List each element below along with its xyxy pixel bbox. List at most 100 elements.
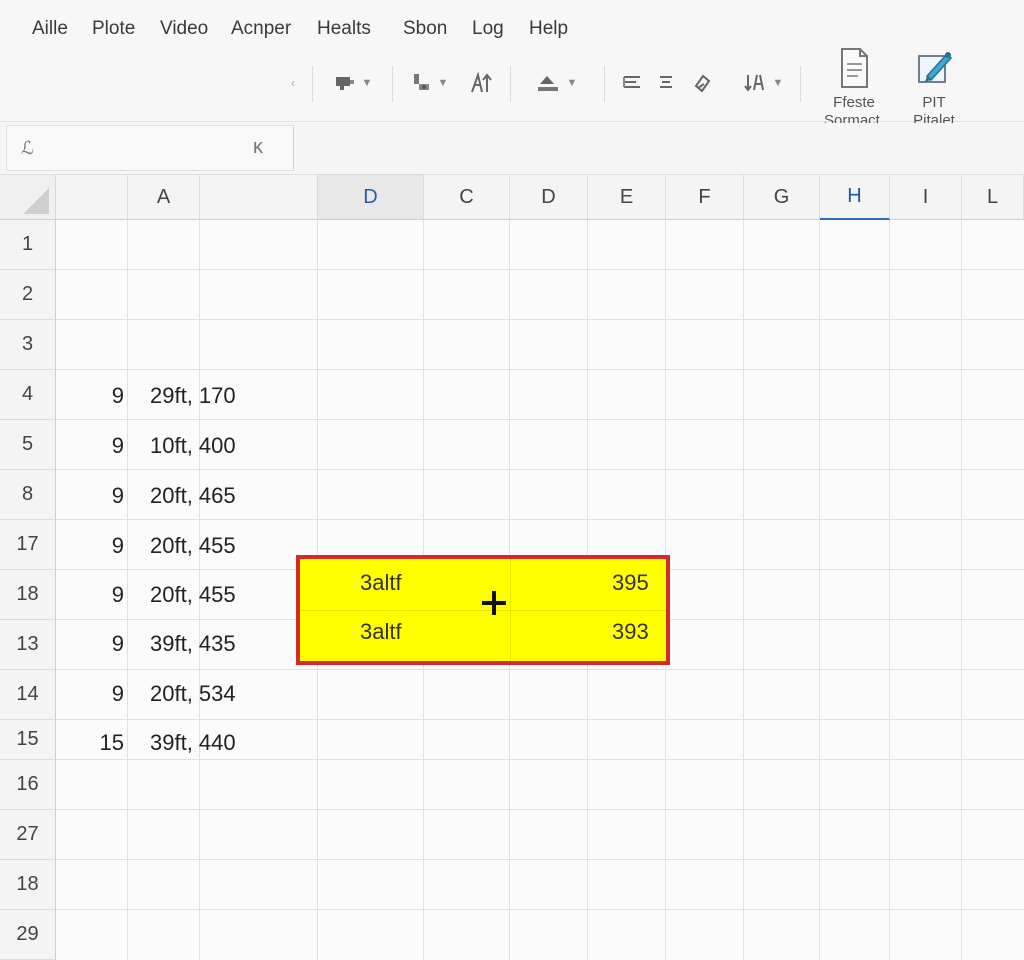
cell-number[interactable]: 9 — [56, 483, 126, 509]
cell-number[interactable]: 9 — [56, 681, 126, 707]
cell-value[interactable]: 10ft, 400 — [150, 433, 236, 459]
row-header[interactable]: 8 — [0, 470, 56, 520]
grid-line — [743, 220, 744, 960]
row-header[interactable]: 5 — [0, 420, 56, 470]
paint-bucket-dropdown[interactable]: ▼ — [328, 70, 378, 96]
cell-value[interactable]: 29ft, 170 — [150, 383, 236, 409]
align-left-button[interactable] — [618, 70, 646, 96]
document-format-button[interactable]: Ffeste Sormact. — [816, 46, 892, 129]
menu-item-help[interactable]: Help — [529, 18, 568, 40]
cell-value[interactable]: 20ft, 465 — [150, 483, 236, 509]
document-format-label-line1: Ffeste — [833, 94, 875, 111]
column-header-c[interactable]: C — [424, 175, 510, 220]
row-header[interactable]: 4 — [0, 370, 56, 420]
chevron-down-icon: ▼ — [772, 77, 784, 89]
menu-item-acnper[interactable]: Acnper — [231, 18, 291, 40]
menu-item-video[interactable]: Video — [160, 18, 208, 40]
column-header-e[interactable]: E — [588, 175, 666, 220]
cell-number[interactable]: 9 — [56, 582, 126, 608]
fill-color-icon — [537, 76, 558, 91]
column-header-blank[interactable] — [56, 175, 128, 220]
row-header[interactable]: 18 — [0, 860, 56, 910]
grid-line — [56, 519, 1024, 520]
formula-bar: ℒ ĸ — [0, 123, 1024, 175]
name-box[interactable]: ℒ ĸ — [6, 125, 294, 171]
align-left-icon — [623, 76, 640, 88]
row-header[interactable]: 27 — [0, 810, 56, 860]
column-header-l[interactable]: L — [962, 175, 1024, 220]
cell-number[interactable]: 9 — [56, 533, 126, 559]
row-header[interactable]: 1 — [0, 220, 56, 270]
align-center-icon — [660, 76, 672, 88]
grid-line — [56, 909, 1024, 910]
ribbon-separator — [604, 66, 605, 102]
grid-line — [889, 220, 890, 960]
menu-item-log[interactable]: Log — [472, 18, 504, 40]
row-header[interactable]: 3 — [0, 320, 56, 370]
column-header-blank-2[interactable] — [200, 175, 318, 220]
spreadsheet-grid[interactable]: A D C D E F G H I L 1 2 3 4 5 8 17 18 13… — [0, 175, 1024, 960]
format-painter-icon — [413, 74, 429, 90]
column-header-f[interactable]: F — [666, 175, 744, 220]
grid-line — [56, 419, 1024, 420]
document-format-icon — [841, 48, 868, 88]
sort-icon — [743, 74, 764, 92]
crosshair-cursor-icon — [482, 591, 506, 615]
grid-line — [56, 759, 1024, 760]
cell-number[interactable]: 9 — [56, 433, 126, 459]
grid-line — [56, 719, 1024, 720]
row-header[interactable]: 2 — [0, 270, 56, 320]
column-header-g[interactable]: G — [744, 175, 820, 220]
row-header[interactable]: 15 — [0, 720, 56, 760]
column-header-i[interactable]: I — [890, 175, 962, 220]
cell-value[interactable]: 20ft, 455 — [150, 533, 236, 559]
cell-number[interactable]: 9 — [56, 383, 126, 409]
row-header[interactable]: 17 — [0, 520, 56, 570]
function-glyph-icon[interactable]: ĸ — [253, 136, 263, 159]
pen-edit-icon — [918, 52, 953, 83]
text-direction-button[interactable] — [466, 70, 498, 96]
clear-format-button[interactable] — [688, 70, 716, 96]
grid-line — [56, 859, 1024, 860]
cell-value[interactable]: 20ft, 455 — [150, 582, 236, 608]
cell-value[interactable]: 39ft, 440 — [150, 730, 236, 756]
column-header-h[interactable]: H — [820, 175, 890, 220]
menu-item-sbon[interactable]: Sbon — [403, 18, 447, 40]
grid-line — [56, 269, 1024, 270]
row-header[interactable]: 29 — [0, 910, 56, 960]
selected-cell-value[interactable]: 395 — [612, 570, 649, 596]
row-header[interactable]: 18 — [0, 570, 56, 620]
format-painter-dropdown[interactable]: ▼ — [404, 70, 454, 96]
cell-number[interactable]: 9 — [56, 631, 126, 657]
chevron-down-icon: ▼ — [361, 77, 373, 89]
menu-item-aille[interactable]: Aille — [32, 18, 68, 40]
column-header-a[interactable]: A — [128, 175, 200, 220]
cell-number[interactable]: 15 — [56, 730, 126, 756]
cell-value[interactable]: 20ft, 534 — [150, 681, 236, 707]
column-header-d[interactable]: D — [510, 175, 588, 220]
selected-cell-value[interactable]: 393 — [612, 619, 649, 645]
cell-value[interactable]: 39ft, 435 — [150, 631, 236, 657]
ribbon-separator — [510, 66, 511, 102]
align-center-button[interactable] — [652, 70, 680, 96]
row-header[interactable]: 14 — [0, 670, 56, 720]
grid-line — [961, 220, 962, 960]
pen-edit-button[interactable]: PIT Pitalet — [896, 46, 972, 129]
menu-item-plote[interactable]: Plote — [92, 18, 135, 40]
column-header-d-selected[interactable]: D — [318, 175, 424, 220]
small-arrow-icon[interactable]: ‹ — [286, 70, 300, 96]
chevron-down-icon: ▼ — [566, 77, 578, 89]
paint-bucket-icon — [335, 77, 354, 90]
fill-color-dropdown[interactable]: ▼ — [526, 70, 586, 96]
selected-cell-label[interactable]: 3altf — [360, 619, 402, 645]
grid-line — [56, 319, 1024, 320]
ribbon-separator — [392, 66, 393, 102]
row-header[interactable]: 16 — [0, 760, 56, 810]
select-all-corner[interactable] — [0, 175, 56, 220]
sort-filter-dropdown[interactable]: ▼ — [734, 70, 792, 96]
row-header[interactable]: 13 — [0, 620, 56, 670]
grid-line — [56, 469, 1024, 470]
grid-line — [127, 220, 128, 960]
selected-cell-label[interactable]: 3altf — [360, 570, 402, 596]
menu-item-healts[interactable]: Healts — [317, 18, 371, 40]
